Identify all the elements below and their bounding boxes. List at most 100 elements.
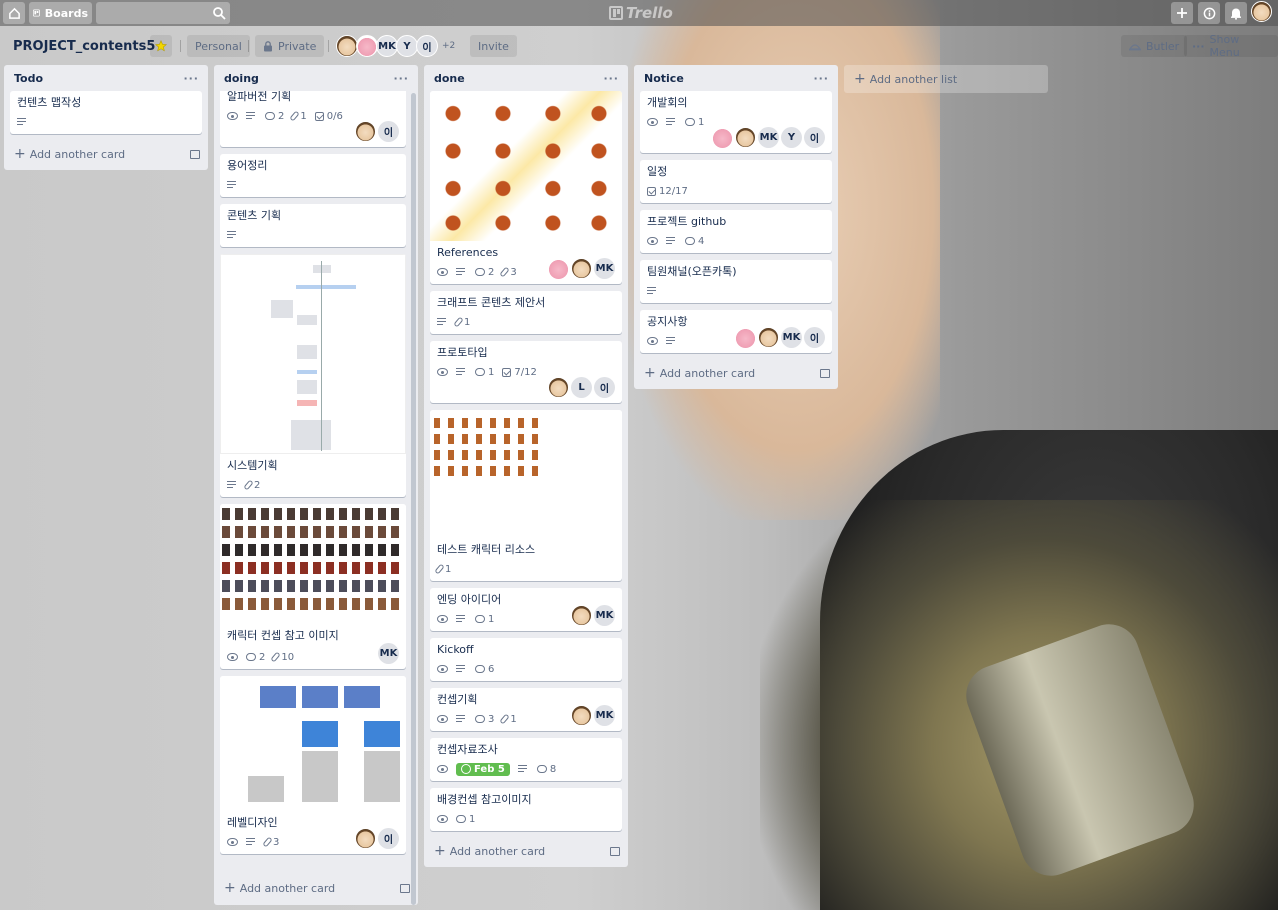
card[interactable]: 팀원채널(오픈카톡) (640, 260, 832, 303)
card-badges: Feb 5 8 (437, 762, 615, 776)
member-avatar[interactable]: MK (376, 35, 398, 57)
member-avatar[interactable] (548, 258, 569, 279)
attachments-count: 3 (510, 266, 517, 278)
list-header[interactable]: Todo ··· (4, 65, 208, 91)
member-avatar[interactable] (571, 705, 592, 726)
member-avatar[interactable] (356, 35, 378, 57)
card-template-icon[interactable] (610, 846, 620, 856)
card[interactable]: 크래프트 콘텐츠 제안서 1 (430, 291, 622, 334)
card-badges: 6 (437, 662, 615, 676)
boards-button[interactable]: Boards (29, 2, 92, 24)
card[interactable]: 프로토타입 1 7/12 L 이 (430, 341, 622, 403)
team-visibility-button[interactable]: Personal (187, 35, 250, 57)
add-card-button[interactable]: + Add another card (424, 838, 628, 867)
member-avatar[interactable] (735, 327, 756, 348)
card[interactable]: 컨텐츠 맵작성 (10, 91, 202, 134)
add-card-button[interactable]: + Add another card (634, 360, 838, 389)
member-avatar[interactable]: MK (781, 327, 802, 348)
bell-icon (1231, 8, 1241, 20)
member-avatar[interactable]: L (571, 377, 592, 398)
attachments-count: 1 (445, 563, 452, 575)
card[interactable]: 시스템기획 2 (220, 254, 406, 497)
board-title[interactable]: PROJECT_contents5 (13, 39, 155, 54)
add-card-button[interactable]: + Add another card (214, 875, 418, 904)
member-avatar[interactable]: 이 (594, 377, 615, 398)
member-avatar[interactable]: Y (396, 35, 418, 57)
card-template-icon[interactable] (400, 883, 410, 893)
list-menu-icon[interactable]: ··· (603, 72, 619, 85)
card[interactable]: 배경컨셉 참고이미지 1 (430, 788, 622, 831)
due-date-badge[interactable]: Feb 5 (456, 762, 510, 776)
member-avatar[interactable] (571, 605, 592, 626)
card-title: 프로젝트 github (647, 215, 727, 228)
card[interactable]: 컨셉자료조사 Feb 5 8 (430, 738, 622, 781)
member-avatar[interactable] (758, 327, 779, 348)
card-title: 용어정리 (227, 159, 268, 172)
member-avatar[interactable]: MK (758, 127, 779, 148)
search-icon[interactable] (212, 6, 226, 20)
list-header[interactable]: doing ··· (214, 65, 418, 91)
add-list-button[interactable]: + Add another list (844, 65, 1048, 93)
member-avatar[interactable]: 이 (378, 828, 399, 849)
list-header[interactable]: Notice ··· (634, 65, 838, 91)
member-avatar[interactable] (571, 258, 592, 279)
description-icon (246, 837, 257, 847)
home-button[interactable] (3, 2, 25, 24)
card[interactable]: 콘텐츠 기획 (220, 204, 406, 247)
trello-logo[interactable]: Trello (609, 4, 673, 22)
member-avatar[interactable]: 이 (804, 127, 825, 148)
card[interactable]: 엔딩 아이디어 1 MK (430, 588, 622, 631)
description-icon (647, 286, 658, 296)
list-title[interactable]: Todo (14, 72, 43, 85)
list-title[interactable]: doing (224, 72, 259, 85)
notifications-button[interactable] (1225, 2, 1247, 24)
butler-button[interactable]: Butler (1121, 35, 1188, 57)
member-avatar[interactable] (712, 127, 733, 148)
member-avatar[interactable] (355, 828, 376, 849)
card[interactable]: 캐릭터 컨셉 참고 이미지 2 10 MK (220, 504, 406, 669)
member-avatar[interactable]: MK (594, 605, 615, 626)
card[interactable]: 프로젝트 github 4 (640, 210, 832, 253)
card[interactable]: Kickoff 6 (430, 638, 622, 681)
list-menu-icon[interactable]: ··· (183, 72, 199, 85)
list-menu-icon[interactable]: ··· (813, 72, 829, 85)
member-avatar[interactable]: MK (594, 258, 615, 279)
member-avatar[interactable]: 이 (416, 35, 438, 57)
member-avatar[interactable]: MK (594, 705, 615, 726)
info-button[interactable] (1198, 2, 1220, 24)
member-avatar[interactable]: Y (781, 127, 802, 148)
list-title[interactable]: Notice (644, 72, 684, 85)
list-title[interactable]: done (434, 72, 465, 85)
invite-button[interactable]: Invite (470, 35, 517, 57)
list-scrollbar[interactable] (411, 93, 416, 905)
member-avatar[interactable] (336, 35, 358, 57)
card-template-icon[interactable] (820, 368, 830, 378)
current-user-avatar[interactable] (1251, 1, 1272, 22)
create-button[interactable] (1171, 2, 1193, 24)
card-template-icon[interactable] (190, 149, 200, 159)
list-menu-icon[interactable]: ··· (393, 72, 409, 85)
card[interactable]: 개발회의 1 MK Y 이 (640, 91, 832, 153)
card[interactable]: 용어정리 (220, 154, 406, 197)
card[interactable]: 컨셉기획 3 1 MK (430, 688, 622, 731)
add-card-button[interactable]: + Add another card (4, 141, 208, 170)
list-header[interactable]: done ··· (424, 65, 628, 91)
member-avatar[interactable]: MK (378, 643, 399, 664)
card[interactable]: References 2 3 MK (430, 91, 622, 284)
privacy-button[interactable]: Private (255, 35, 325, 57)
show-menu-button[interactable]: ··· Show Menu (1184, 33, 1278, 59)
member-avatar[interactable]: 이 (804, 327, 825, 348)
member-avatar[interactable]: 이 (378, 121, 399, 142)
star-board-button[interactable] (150, 35, 172, 57)
card[interactable]: 테스트 캐릭터 리소스 1 (430, 410, 622, 581)
comment-icon (475, 368, 485, 376)
member-avatar[interactable] (548, 377, 569, 398)
card[interactable]: 공지사항 MK 이 (640, 310, 832, 353)
card[interactable]: 일정 12/17 (640, 160, 832, 203)
more-members-count[interactable]: +2 (442, 41, 455, 51)
card[interactable]: 레벨디자인 3 이 (220, 676, 406, 854)
member-avatar[interactable] (355, 121, 376, 142)
card[interactable]: 알파버전 기획 2 1 0/6 이 (220, 91, 406, 147)
member-avatar[interactable] (735, 127, 756, 148)
search-input[interactable] (96, 2, 230, 24)
